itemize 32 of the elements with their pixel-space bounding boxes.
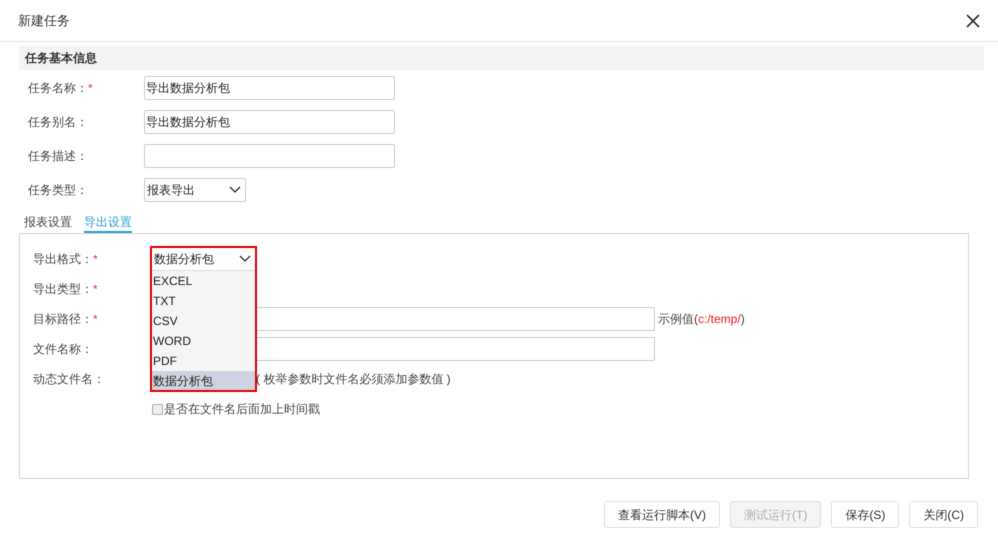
dropdown-option[interactable]: WORD [152, 331, 255, 351]
dialog-button[interactable]: 关闭(C) [909, 501, 978, 528]
text-field[interactable] [144, 144, 395, 168]
text-field[interactable]: 导出数据分析包 [144, 110, 395, 134]
dropdown-option[interactable]: TXT [152, 291, 255, 311]
field-label: 文件名称： [33, 341, 94, 358]
type-select[interactable]: 报表导出 [144, 178, 246, 202]
field-label: 任务描述： [28, 148, 89, 165]
chevron-icon [229, 186, 241, 194]
dropdown-option[interactable]: 数据分析包 [152, 371, 255, 391]
dialog-button[interactable]: 查看运行脚本(V) [604, 501, 720, 528]
example-hint: 示例值(c:/temp/) [658, 311, 745, 328]
field-label: 导出类型：* [33, 281, 99, 298]
dialog-title: 新建任务 [18, 12, 70, 30]
note-text: ( 枚举参数时文件名必须添加参数值 ) [256, 371, 451, 388]
field-label: 任务别名： [28, 114, 89, 131]
dropdown-option[interactable]: CSV [152, 311, 255, 331]
checkbox-label: 是否在文件名后面加上时间戳 [164, 401, 320, 418]
section-header: 任务基本信息 [19, 46, 984, 70]
checkbox[interactable] [152, 404, 163, 414]
field-label: 目标路径：* [33, 311, 99, 328]
close-icon[interactable] [966, 14, 980, 28]
field-label: 动态文件名： [33, 371, 106, 388]
chevron-icon [239, 255, 251, 263]
field-label: 任务名称：* [28, 80, 94, 97]
field-label: 任务类型： [28, 182, 89, 199]
text-field[interactable]: 导出数据分析包 [144, 76, 395, 100]
dialog-button[interactable]: 保存(S) [831, 501, 900, 528]
dropdown-option[interactable]: PDF [152, 351, 255, 371]
dropdown-option[interactable]: EXCEL [152, 271, 255, 291]
settings-tab[interactable]: 报表设置 [24, 211, 72, 233]
field-label: 导出格式：* [33, 251, 99, 268]
